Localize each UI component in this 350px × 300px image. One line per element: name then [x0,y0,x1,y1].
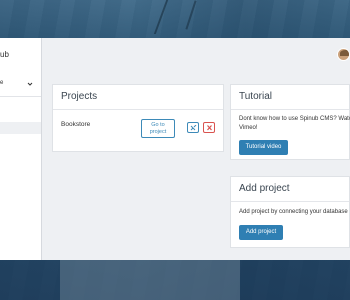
add-project-button[interactable]: Add project [239,225,283,240]
projects-card-header: Projects [53,85,223,110]
add-project-description: Add project by connecting your database [239,209,348,215]
add-project-card-title: Add project [239,183,290,194]
project-select[interactable]: e [0,80,3,86]
sidebar-divider [0,96,41,97]
close-icon [207,125,212,131]
tutorial-card-title: Tutorial [239,91,272,102]
user-avatar[interactable] [337,48,350,61]
sidebar-item-active[interactable] [0,122,41,134]
go-to-project-label: Go to project [149,122,167,135]
project-name: Bookstore [61,121,91,128]
edit-icon [190,125,197,131]
tutorial-description: Dont know how to use Spinub CMS? Watch V… [239,116,350,131]
projects-card: Projects Bookstore Go to project [52,84,224,152]
edit-project-button[interactable] [187,122,199,133]
sidebar-app-title: ub [0,50,9,59]
chevron-down-icon[interactable] [27,81,33,87]
sidebar: ub e [0,38,42,260]
tutorial-card: Tutorial Dont know how to use Spinub CMS… [230,84,350,160]
desk-decoration [60,260,240,300]
add-project-card-header: Add project [231,177,349,202]
projects-card-title: Projects [61,91,98,102]
go-to-project-button[interactable]: Go to project [141,119,175,138]
tutorial-card-header: Tutorial [231,85,349,110]
add-project-card: Add project Add project by connecting yo… [230,176,350,248]
delete-project-button[interactable] [203,122,215,133]
tutorial-video-button[interactable]: Tutorial video [239,140,288,155]
avatar-hair [340,50,349,56]
